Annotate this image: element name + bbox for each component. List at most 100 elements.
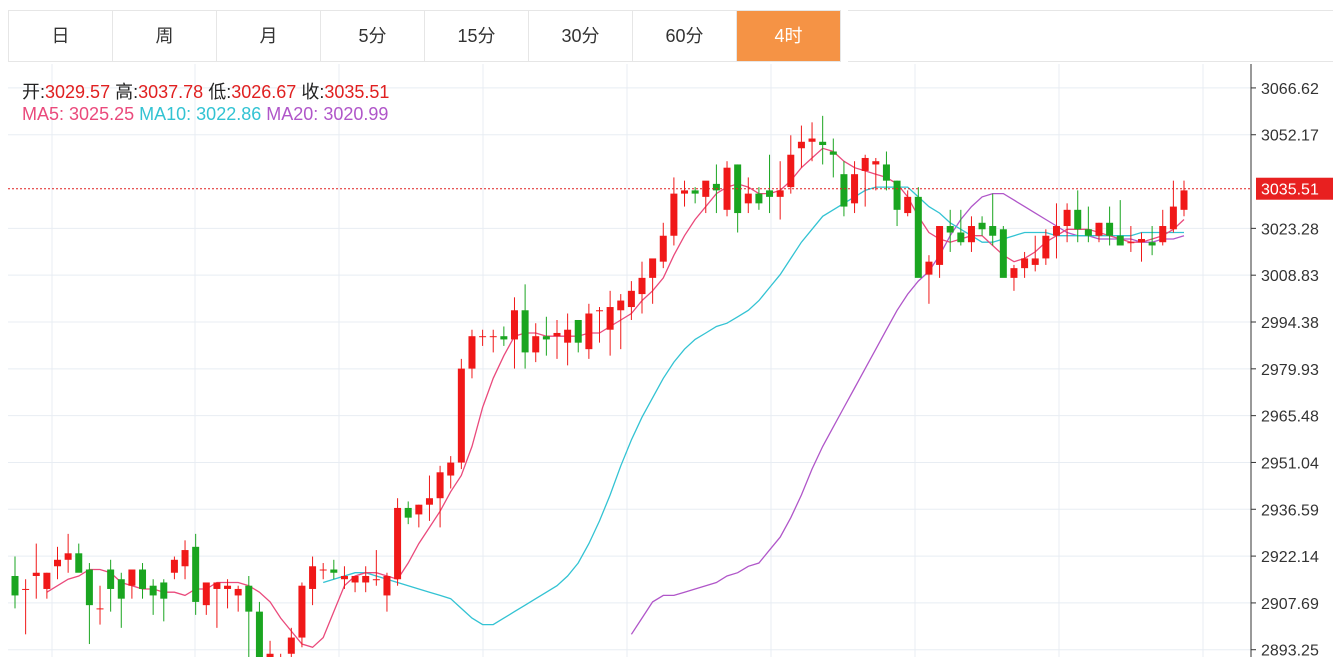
candle-body	[1159, 226, 1167, 243]
close-label: 收:	[301, 82, 325, 102]
close-value: 3035.51	[324, 82, 390, 102]
candle-body	[362, 575, 370, 583]
candle-body	[213, 582, 221, 589]
candle-body	[1084, 229, 1092, 236]
candle-body	[936, 226, 944, 265]
candle-body	[925, 261, 933, 275]
candle-body	[436, 472, 444, 499]
candle-body	[819, 141, 827, 146]
candle-body	[1031, 258, 1039, 265]
candle-body	[787, 154, 795, 188]
ma5-value: 3025.25	[69, 104, 135, 124]
candle-body	[117, 579, 125, 599]
y-tick-label: 3008.83	[1261, 268, 1319, 285]
ma20-legend: MA20: 3020.99	[266, 104, 388, 124]
y-tick-label: 2965.48	[1261, 409, 1319, 426]
ma10-line	[323, 186, 1184, 626]
candle-body	[574, 319, 582, 343]
candle-body	[1106, 222, 1114, 236]
candle-body	[532, 336, 540, 353]
ma5-legend: MA5: 3025.25	[22, 104, 134, 124]
high-value: 3037.78	[138, 82, 204, 102]
candle-body	[415, 504, 423, 515]
candle-body	[872, 161, 880, 165]
high-label: 高:	[115, 82, 139, 102]
ma-info: MA5: 3025.25 MA10: 3022.86 MA20: 3020.99	[22, 104, 388, 125]
candle-body	[404, 507, 412, 518]
y-tick-label: 2979.93	[1261, 362, 1319, 379]
ma5-line	[46, 147, 1185, 649]
candle-body	[659, 235, 667, 262]
candle-body	[394, 507, 402, 580]
candle-body	[287, 637, 295, 654]
candle-body	[564, 329, 572, 343]
candle-body	[1095, 222, 1103, 236]
candle-body	[1042, 235, 1050, 259]
candle-body	[85, 569, 93, 606]
candle-body	[596, 310, 603, 312]
candle-body	[691, 190, 699, 194]
ma20-value: 3020.99	[323, 104, 389, 124]
candle-body	[383, 575, 391, 596]
candle-body	[861, 157, 869, 171]
candle-body	[1116, 235, 1124, 246]
candle-body	[245, 585, 253, 612]
ma20-label: MA20:	[266, 104, 319, 124]
candle-body	[170, 559, 178, 573]
candle-body	[1148, 242, 1156, 246]
y-tick-label: 3052.17	[1261, 128, 1319, 145]
candle-body	[32, 572, 40, 576]
low-label: 低:	[208, 82, 232, 102]
candle-body	[712, 183, 720, 191]
candle-body	[330, 569, 338, 573]
candle-body	[946, 226, 954, 233]
candle-body	[1063, 209, 1071, 227]
candle-body	[202, 582, 210, 606]
candle-body	[649, 258, 657, 278]
candle-body	[553, 332, 561, 337]
y-tick-label: 3066.62	[1261, 81, 1319, 98]
candle-body	[681, 190, 689, 194]
candle-body	[585, 313, 593, 350]
ohlc-info: 开:3029.57 高:3037.78 低:3026.67 收:3035.51	[22, 78, 389, 104]
candle-body	[351, 575, 359, 583]
candle-body	[744, 193, 752, 204]
candle-body	[234, 588, 242, 596]
candle-body	[989, 226, 997, 236]
ma5-label: MA5:	[22, 104, 65, 124]
ma20-line	[630, 192, 1185, 635]
candle-body	[617, 300, 625, 311]
candle-body	[1010, 268, 1018, 278]
candle-body	[829, 151, 837, 155]
candle-body	[500, 336, 508, 340]
candle-body	[489, 336, 497, 338]
candle-body	[914, 196, 922, 278]
candle-body	[510, 310, 518, 340]
candle-body	[128, 569, 136, 586]
candle-body	[43, 572, 51, 589]
candle-body	[54, 559, 62, 567]
candle-body	[298, 585, 306, 638]
candle-body	[521, 310, 529, 353]
candle-body	[479, 336, 487, 338]
candle-body	[1052, 226, 1060, 236]
candle-body	[755, 193, 763, 204]
ma10-label: MA10:	[139, 104, 192, 124]
open-label: 开:	[22, 82, 46, 102]
candle-body	[840, 174, 848, 207]
candle-body	[967, 226, 975, 243]
candle-body	[468, 336, 476, 369]
candle-body	[1137, 238, 1145, 243]
candle-body	[255, 611, 263, 657]
y-tick-label: 2994.38	[1261, 315, 1319, 332]
open-value: 3029.57	[45, 82, 111, 102]
candle-body	[957, 232, 965, 243]
candle-body	[224, 585, 232, 589]
y-tick-label: 2893.25	[1261, 643, 1319, 657]
y-tick-label: 2907.69	[1261, 596, 1319, 613]
candle-body	[882, 164, 890, 181]
candle-body	[776, 190, 784, 197]
ma10-legend: MA10: 3022.86	[139, 104, 261, 124]
candle-body	[340, 575, 348, 580]
current-price-label: 3035.51	[1261, 182, 1319, 199]
